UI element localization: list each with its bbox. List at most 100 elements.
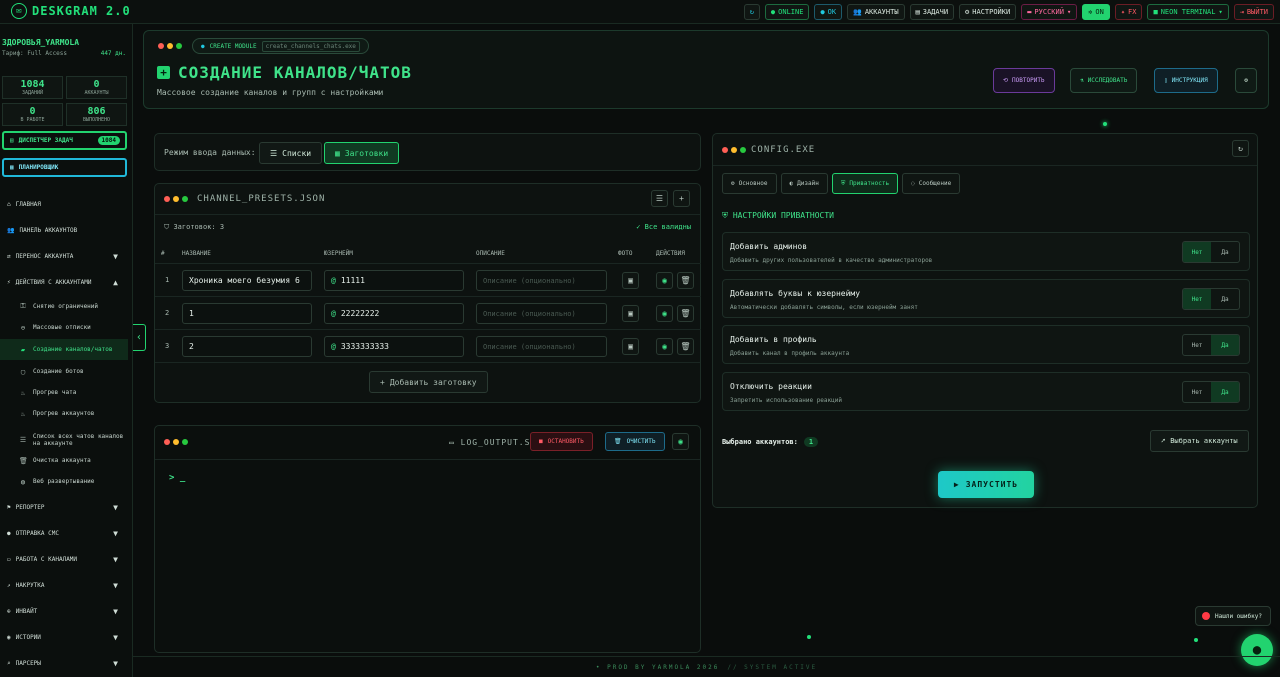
nav-parsers[interactable]: ⌕ ПАРСЕРЫ ▼ <box>0 653 128 673</box>
preset-description-input[interactable]: Описание (опционально) <box>476 270 607 291</box>
fx-toggle[interactable]: ✦ FX <box>1114 4 1143 20</box>
tab-design[interactable]: ◐ Дизайн <box>780 173 828 194</box>
no-option[interactable]: Нет <box>1183 382 1211 402</box>
add-preset-icon-button[interactable]: + <box>673 190 690 207</box>
plan-label: Тариф: Full Access <box>2 50 68 57</box>
selected-accounts: Выбрано аккаунтов: 1 <box>722 437 819 447</box>
page-title: СОЗДАНИЕ КАНАЛОВ/ЧАТОВ <box>178 63 412 82</box>
yes-option[interactable]: Да <box>1211 335 1239 355</box>
refresh-button[interactable]: ↻ <box>743 4 760 20</box>
preset-name-input[interactable]: 2 <box>182 336 312 357</box>
delete-button[interactable]: 🗑 <box>677 338 694 355</box>
delete-button[interactable]: 🗑 <box>677 305 694 322</box>
nav-reporter[interactable]: ⚑ РЕПОРТЕР ▼ <box>0 497 128 517</box>
report-bug-button[interactable]: Нашли ошибку? <box>1195 606 1271 626</box>
repeat-button[interactable]: ⟲ ПОВТОРИТЬ <box>993 68 1055 93</box>
option-add-to-profile: Добавить в профиль Добавить канал в проф… <box>722 325 1250 364</box>
preview-button[interactable]: ◉ <box>656 305 673 322</box>
mode-lists-button[interactable]: ☰ Списки <box>259 142 323 164</box>
ok-status: ● OK <box>814 4 843 20</box>
preview-button[interactable]: ◉ <box>656 272 673 289</box>
user-transfer-icon: ⇄ <box>7 252 11 260</box>
flame-icon: ♨ <box>20 388 26 397</box>
gear-icon: ⚙ <box>1244 77 1248 84</box>
nav-stories[interactable]: ◉ ИСТОРИИ ▼ <box>0 627 128 647</box>
scheduler-button[interactable]: ▦ ПЛАНИРОВЩИК <box>2 158 127 177</box>
explore-button[interactable]: ⚗ ИССЛЕДОВАТЬ <box>1070 68 1138 93</box>
nav-boost[interactable]: ↗ НАКРУТКА ▼ <box>0 575 128 595</box>
sub-clean-account[interactable]: 🗑 Очистка аккаунта <box>0 450 128 471</box>
sub-chat-warmup[interactable]: ♨ Прогрев чата <box>0 382 128 403</box>
language-select[interactable]: ▬ РУССКИЙ ▾ <box>1021 4 1078 20</box>
dispatcher-count: 1084 <box>97 136 120 145</box>
run-button[interactable]: ▶ ЗАПУСТИТЬ <box>938 471 1034 498</box>
settings-gear-button[interactable]: ⚙ <box>1235 68 1257 93</box>
yes-option[interactable]: Да <box>1211 289 1239 309</box>
accounts-button[interactable]: 👥 АККАУНТЫ <box>847 4 905 20</box>
stop-button[interactable]: ■ ОСТАНОВИТЬ <box>530 432 593 451</box>
shield-icon: ⛨ <box>722 211 733 220</box>
sub-mass-unsubscribe[interactable]: ⊖ Массовые отписки <box>0 317 128 338</box>
log-view-button[interactable]: ◉ <box>672 433 689 450</box>
preset-username-input[interactable]: @22222222 <box>324 303 464 324</box>
sub-create-bots[interactable]: ▢ Создание ботов <box>0 361 128 382</box>
theme-select[interactable]: ■ NEON TERMINAL ▾ <box>1147 4 1229 20</box>
preset-username-input[interactable]: @3333333333 <box>324 336 464 357</box>
photo-upload-button[interactable]: ▣ <box>622 338 639 355</box>
chevron-down-icon: ▼ <box>113 251 118 261</box>
no-option[interactable]: Нет <box>1183 335 1211 355</box>
yes-option[interactable]: Да <box>1211 242 1239 262</box>
list-icon: ▤ <box>10 137 14 144</box>
sub-remove-restrictions[interactable]: ⚿ Снятие ограничений <box>0 296 128 317</box>
nav-accounts-panel[interactable]: 👥 ПАНЕЛЬ АККАУНТОВ <box>0 220 128 240</box>
table-row: 3 2 @3333333333 Описание (опционально) ▣… <box>155 329 701 362</box>
tab-basic[interactable]: ⚙ Основное <box>722 173 777 194</box>
logout-button[interactable]: ⇥ ВЫЙТИ <box>1233 4 1274 20</box>
sub-web-deploy[interactable]: ◍ Веб развертывание <box>0 471 128 492</box>
check-circle-icon: ✓ <box>636 223 645 231</box>
preset-description-input[interactable]: Описание (опционально) <box>476 336 607 357</box>
sub-create-channels[interactable]: ▰ Создание каналов/чатов <box>0 339 128 360</box>
preset-name-input[interactable]: Хроника моего безумия 6 <box>182 270 312 291</box>
list-view-button[interactable]: ☰ <box>651 190 668 207</box>
stop-icon: ■ <box>539 438 543 445</box>
preset-description-input[interactable]: Описание (опционально) <box>476 303 607 324</box>
photo-upload-button[interactable]: ▣ <box>622 272 639 289</box>
tab-message[interactable]: ◌ Сообщение <box>902 173 961 194</box>
message-icon: ▰ <box>20 345 26 354</box>
select-accounts-button[interactable]: ➚ Выбрать аккаунты <box>1150 430 1249 452</box>
nav-channels[interactable]: ▭ РАБОТА С КАНАЛАМИ ▼ <box>0 549 128 569</box>
settings-button[interactable]: ⚙ НАСТРОЙКИ <box>959 4 1017 20</box>
mode-presets-button[interactable]: ▦ Заготовки <box>324 142 400 164</box>
list-icon: ☰ <box>270 148 278 158</box>
plus-icon: + <box>380 377 385 387</box>
reset-config-button[interactable]: ↻ <box>1232 140 1249 157</box>
sidebar-collapse-button[interactable]: ‹ <box>133 324 146 351</box>
photo-upload-button[interactable]: ▣ <box>622 305 639 322</box>
preset-username-input[interactable]: @11111 <box>324 270 464 291</box>
no-option[interactable]: Нет <box>1183 242 1211 262</box>
preset-name-input[interactable]: 1 <box>182 303 312 324</box>
nav-invite[interactable]: ⊕ ИНВАЙТ ▼ <box>0 601 128 621</box>
clear-button[interactable]: 🗑 ОЧИСТИТЬ <box>605 432 665 451</box>
sound-toggle[interactable]: ✲ ON <box>1082 4 1110 20</box>
nav-sms[interactable]: ● ОТПРАВКА СМС ▼ <box>0 523 128 543</box>
app-logo[interactable]: ✉ DESKGRAM 2.0 <box>11 3 131 19</box>
chevron-down-icon: ▼ <box>113 554 118 564</box>
tasks-button[interactable]: ▤ ЗАДАЧИ <box>909 4 955 20</box>
yes-option[interactable]: Да <box>1211 382 1239 402</box>
nav-transfer[interactable]: ⇄ ПЕРЕНОС АККАУНТА ▼ <box>0 246 128 266</box>
task-dispatcher-button[interactable]: ▤ ДИСПЕТЧЕР ЗАДАЧ 1084 <box>2 131 127 150</box>
preview-button[interactable]: ◉ <box>656 338 673 355</box>
sidebar: ЗДОРОВЬЯ_YARMOLA Тариф: Full Access 447 … <box>0 24 133 677</box>
tab-privacy[interactable]: ⛨ Приватность <box>831 173 899 194</box>
sub-account-warmup[interactable]: ♨ Прогрев аккаунтов <box>0 403 128 424</box>
add-preset-button[interactable]: + Добавить заготовку <box>369 371 488 393</box>
nav-account-actions[interactable]: ⚡ ДЕЙСТВИЯ С АККАУНТАМИ ▲ <box>0 272 128 292</box>
selected-count-badge: 1 <box>803 437 819 447</box>
instructions-button[interactable]: ▯ ИНСТРУКЦИЯ <box>1154 68 1218 93</box>
delete-button[interactable]: 🗑 <box>677 272 694 289</box>
no-option[interactable]: Нет <box>1183 289 1211 309</box>
nav-home[interactable]: ⌂ ГЛАВНАЯ <box>0 194 128 214</box>
gear-icon: ⚙ <box>965 8 970 16</box>
